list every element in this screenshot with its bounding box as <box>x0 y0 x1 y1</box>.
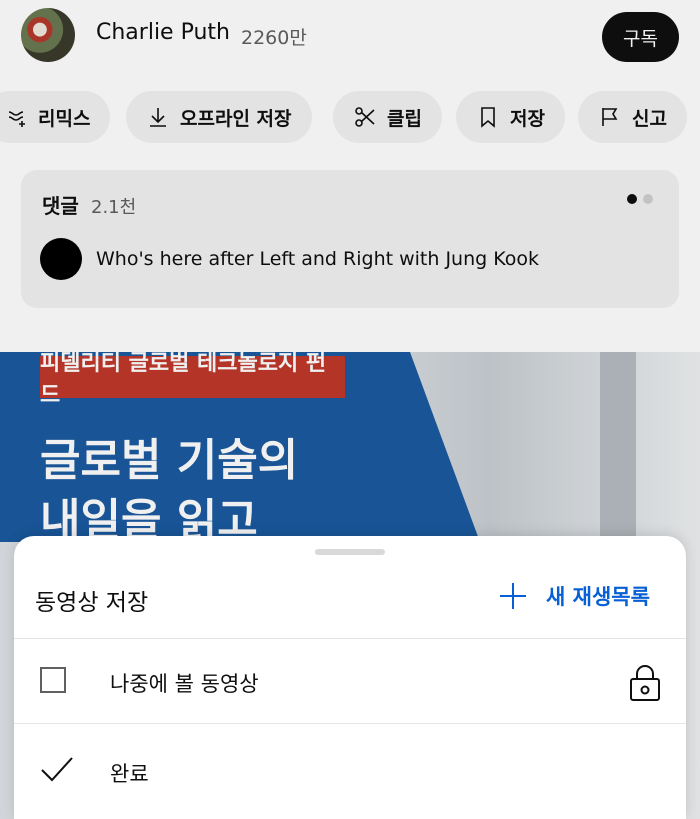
playlist-checkbox[interactable] <box>40 667 66 693</box>
new-playlist-label: 새 재생목록 <box>546 585 650 609</box>
checkmark-icon[interactable] <box>39 752 75 788</box>
playlist-row-watch-later[interactable]: 나중에 볼 동영상 <box>14 640 686 724</box>
plus-icon <box>500 583 526 609</box>
sheet-drag-handle[interactable] <box>315 549 385 555</box>
new-playlist-button[interactable]: 새 재생목록 <box>498 581 650 611</box>
sheet-title: 동영상 저장 <box>35 590 149 616</box>
playlist-row-done[interactable]: 완료 <box>14 730 686 814</box>
lock-icon <box>630 665 660 701</box>
save-to-playlist-sheet: 동영상 저장 새 재생목록 나중에 볼 동영상 완료 <box>14 536 686 819</box>
playlist-label: 나중에 볼 동영상 <box>110 672 259 696</box>
divider <box>14 638 686 639</box>
divider <box>14 723 686 724</box>
playlist-label: 완료 <box>110 762 149 786</box>
